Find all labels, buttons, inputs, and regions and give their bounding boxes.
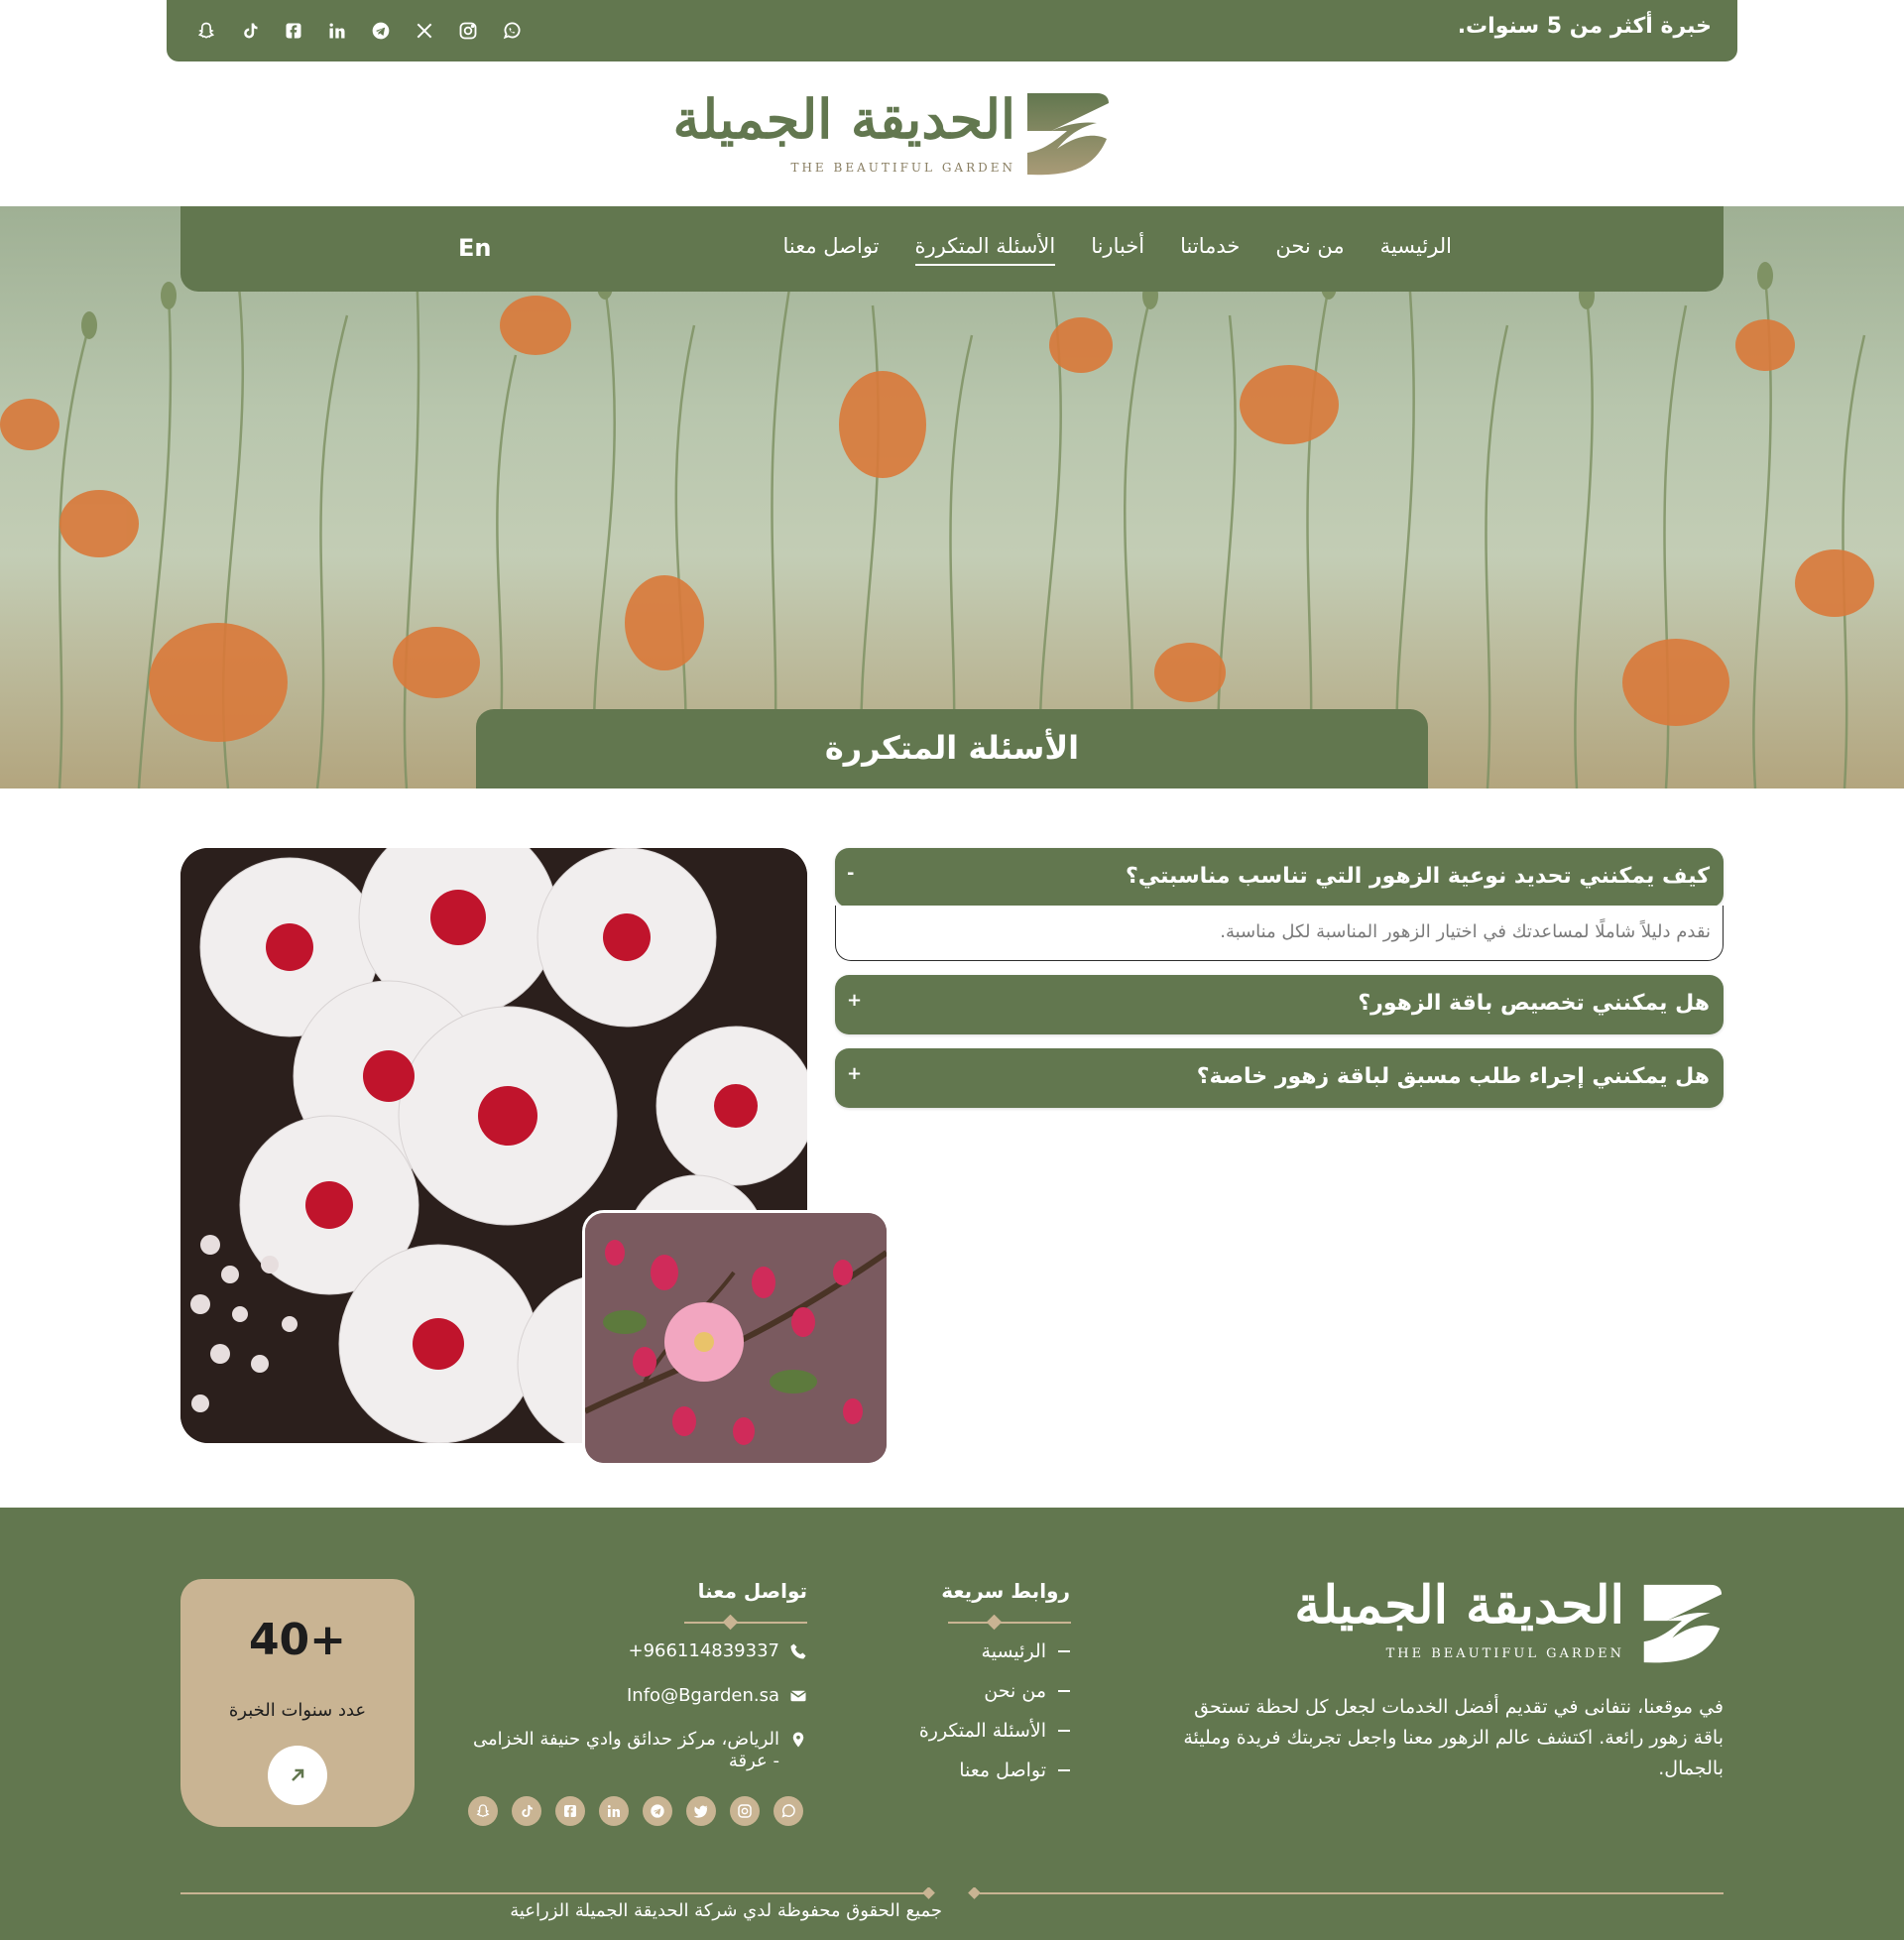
faq-answer-text: نقدم دليلاً شاملًا لمساعدتك في اختيار ال…	[1220, 921, 1711, 942]
hero-banner	[0, 206, 1904, 788]
top-bar: خبرة أكثر من 5 سنوات.	[167, 0, 1737, 61]
telegram-icon[interactable]	[643, 1796, 672, 1826]
nav-list: الرئيسية من نحن خدماتنا أخبارنا الأسئلة …	[782, 234, 1452, 266]
dash-icon	[1058, 1650, 1070, 1652]
faq-question-text: هل يمكنني تخصيص باقة الزهور؟	[1358, 991, 1710, 1016]
phone-icon	[790, 1643, 806, 1659]
nav-item-about[interactable]: من نحن	[1275, 234, 1344, 266]
nav-item-services[interactable]: خدماتنا	[1180, 234, 1240, 266]
footer-link-about[interactable]: من نحن	[984, 1680, 1070, 1702]
nav-item-faq[interactable]: الأسئلة المتكررة	[914, 234, 1055, 266]
section-divider	[684, 1615, 807, 1631]
experience-card: 40+ عدد سنوات الخبرة	[180, 1579, 415, 1827]
contact-phone[interactable]: +966114839337	[628, 1640, 807, 1661]
copyright-text: جميع الحقوق محفوظة لدي شركة الحديقة الجم…	[510, 1900, 942, 1921]
whatsapp-icon[interactable]	[774, 1796, 803, 1826]
footer-bottom-divider	[180, 1887, 1724, 1899]
faq-question-1[interactable]: كيف يمكنني تحديد نوعية الزهور التي تناسب…	[835, 848, 1724, 908]
logo-mark-icon	[1643, 1584, 1723, 1663]
quick-links-title: روابط سريعة	[941, 1579, 1070, 1603]
faq-question-2[interactable]: هل يمكنني تخصيص باقة الزهور؟ +	[835, 975, 1724, 1034]
instagram-icon[interactable]	[456, 19, 480, 43]
snapchat-icon[interactable]	[194, 19, 218, 43]
quick-links-list: الرئيسية من نحن الأسئلة المتكررة تواصل م…	[919, 1640, 1070, 1781]
instagram-icon[interactable]	[730, 1796, 760, 1826]
facebook-icon[interactable]	[555, 1796, 585, 1826]
telegram-icon[interactable]	[369, 19, 393, 43]
whatsapp-icon[interactable]	[500, 19, 524, 43]
arrow-up-right-icon	[292, 1768, 304, 1781]
footer-logo[interactable]: الحديقة الجميلة THE BEAUTIFUL GARDEN	[1294, 1575, 1724, 1670]
faq-question-text: هل يمكنني إجراء طلب مسبق لباقة زهور خاصة…	[1196, 1064, 1710, 1089]
expand-icon[interactable]: +	[847, 990, 862, 1011]
dash-icon	[1058, 1730, 1070, 1732]
contact-email[interactable]: Info@Bgarden.sa	[627, 1685, 807, 1706]
top-social-links	[194, 19, 524, 43]
experience-label: عدد سنوات الخبرة	[228, 1700, 367, 1721]
footer-social-links	[468, 1796, 803, 1826]
main-nav: الرئيسية من نحن خدماتنا أخبارنا الأسئلة …	[180, 206, 1724, 292]
footer-link-home[interactable]: الرئيسية	[982, 1640, 1070, 1662]
footer-logo-text-en: THE BEAUTIFUL GARDEN	[1385, 1646, 1624, 1661]
contact-title: تواصل معنا	[697, 1579, 807, 1603]
x-icon[interactable]	[413, 19, 436, 43]
tiktok-icon[interactable]	[238, 19, 262, 43]
quick-links-section: روابط سريعة	[941, 1579, 1070, 1603]
expand-icon[interactable]: +	[847, 1063, 862, 1084]
poppy-field-image	[0, 220, 1874, 788]
section-divider	[948, 1615, 1071, 1631]
hero-title-panel: الأسئلة المتكررة	[476, 709, 1428, 788]
footer-link-contact[interactable]: تواصل معنا	[959, 1759, 1070, 1781]
dash-icon	[1058, 1769, 1070, 1771]
facebook-icon[interactable]	[282, 19, 305, 43]
experience-number: 40+	[248, 1615, 347, 1665]
faq-question-3[interactable]: هل يمكنني إجراء طلب مسبق لباقة زهور خاصة…	[835, 1048, 1724, 1108]
page-title: الأسئلة المتكررة	[824, 729, 1080, 767]
faq-answer-1: نقدم دليلاً شاملًا لمساعدتك في اختيار ال…	[835, 906, 1724, 961]
location-pin-icon	[792, 1732, 804, 1748]
experience-tagline: خبرة أكثر من 5 سنوات.	[1457, 14, 1712, 39]
collapse-icon[interactable]: -	[847, 863, 854, 884]
twitter-icon[interactable]	[686, 1796, 716, 1826]
site-logo[interactable]: الحديقة الجميلة THE BEAUTIFUL GARDEN	[673, 87, 1111, 182]
footer-link-faq[interactable]: الأسئلة المتكررة	[919, 1720, 1070, 1742]
footer-logo-text-ar: الحديقة الجميلة	[1294, 1575, 1624, 1636]
nav-item-contact[interactable]: تواصل معنا	[782, 234, 879, 266]
envelope-icon	[790, 1690, 806, 1702]
dash-icon	[1058, 1690, 1070, 1692]
logo-text-en: THE BEAUTIFUL GARDEN	[790, 161, 1015, 175]
language-switch[interactable]: En	[458, 234, 491, 262]
cherry-blossom-image	[582, 1210, 890, 1466]
linkedin-icon[interactable]	[599, 1796, 629, 1826]
contact-address: الرياض، مركز حدائق وادي حنيفة الخزامى - …	[470, 1729, 807, 1772]
logo-text-ar: الحديقة الجميلة	[672, 87, 1015, 151]
nav-item-news[interactable]: أخبارنا	[1091, 234, 1144, 266]
faq-question-text: كيف يمكنني تحديد نوعية الزهور التي تناسب…	[1126, 864, 1710, 889]
experience-link-button[interactable]	[268, 1746, 327, 1805]
snapchat-icon[interactable]	[468, 1796, 498, 1826]
linkedin-icon[interactable]	[325, 19, 349, 43]
nav-item-home[interactable]: الرئيسية	[1380, 234, 1452, 266]
tiktok-icon[interactable]	[512, 1796, 541, 1826]
footer-description: في موقعنا، نتفانى في تقديم أفضل الخدمات …	[1183, 1696, 1724, 1779]
contact-section: تواصل معنا	[698, 1579, 807, 1603]
logo-mark-icon	[1027, 93, 1109, 176]
